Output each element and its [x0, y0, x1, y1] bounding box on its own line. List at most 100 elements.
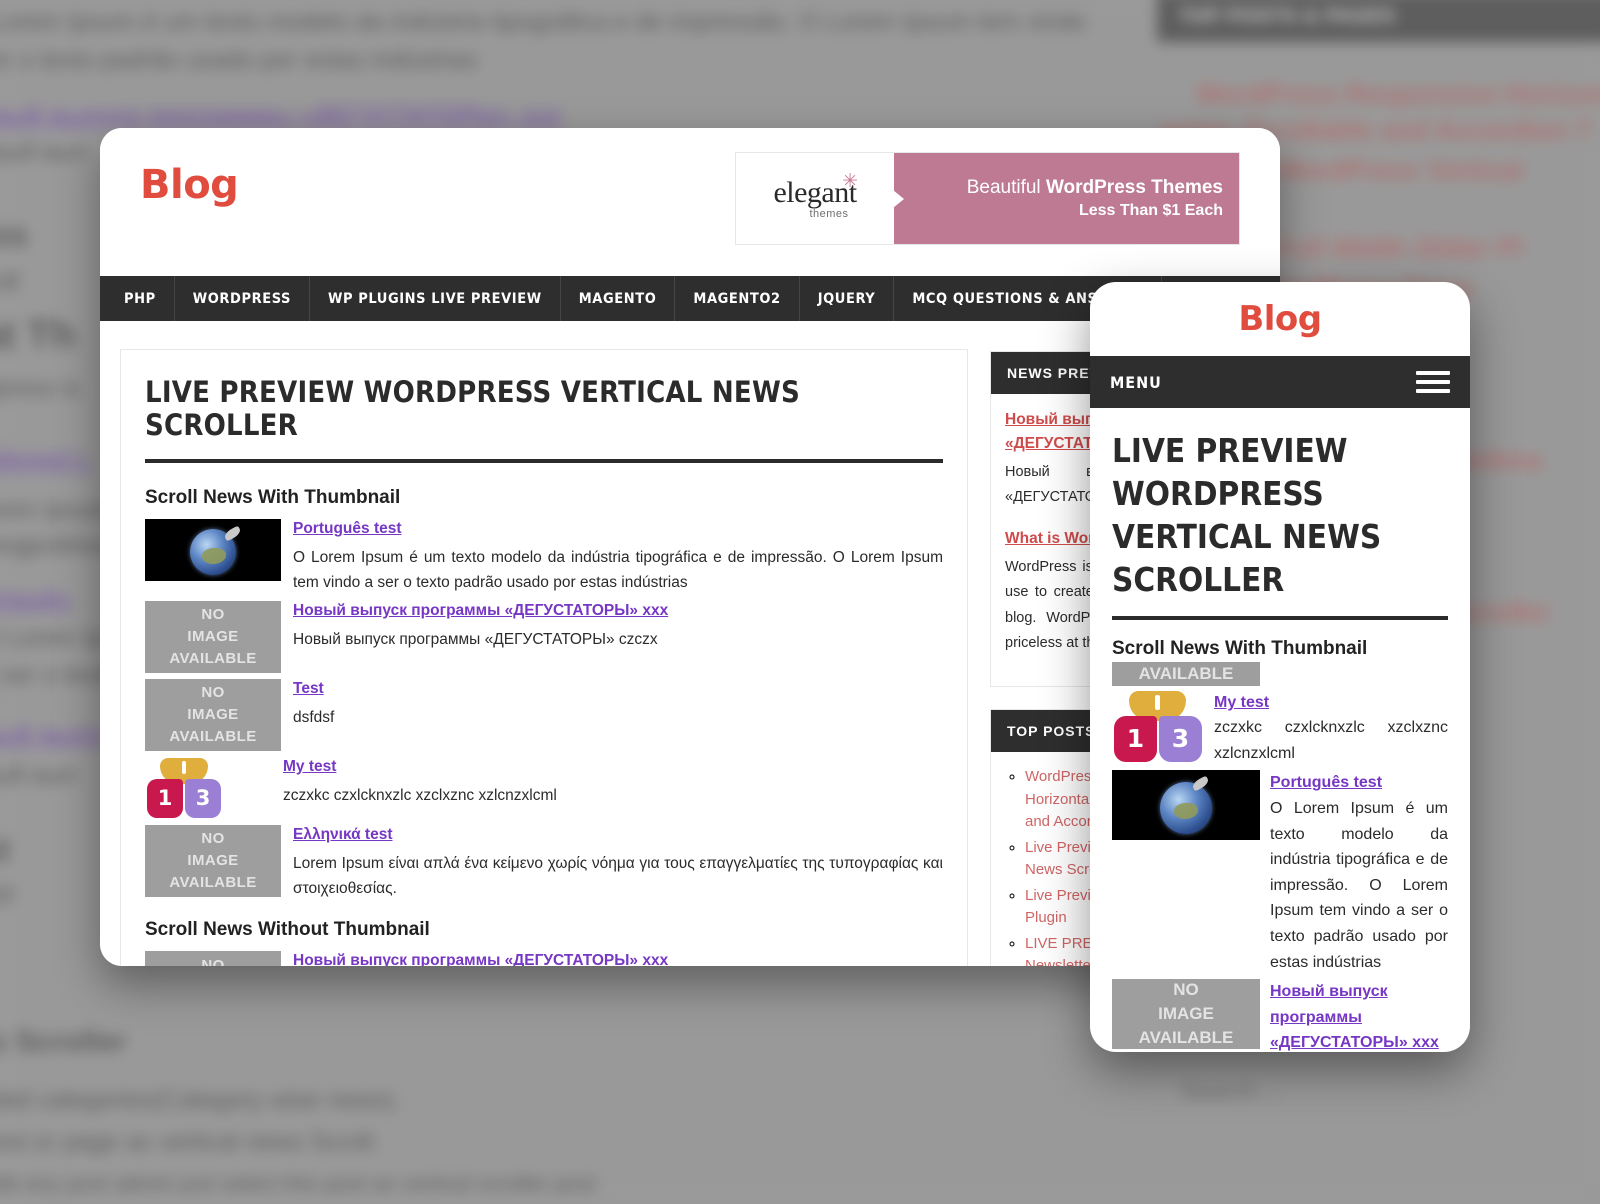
bg-paragraph-line-2: er o texto padrão usado por estas indúst…	[0, 46, 478, 74]
news-link[interactable]: Ελληνικά test	[293, 826, 393, 844]
nav-item-magento2[interactable]: MAGENTO2	[675, 276, 800, 321]
bg-line-e: O Lorem Ip	[0, 624, 106, 652]
nav-item-jquery[interactable]: JQUERY	[800, 276, 895, 321]
news-link[interactable]: Português test	[1270, 770, 1382, 796]
ad-line-1-bold: WordPress Themes	[1045, 177, 1223, 198]
bg-link-c: oríguês	[0, 586, 71, 614]
logo-123-thumbnail-icon: 13	[1112, 690, 1204, 764]
news-item[interactable]: Português test O Lorem Ipsum é um texto …	[1112, 770, 1448, 975]
news-description: O Lorem Ipsum é um texto modelo da indús…	[1270, 799, 1448, 971]
bg-heading-b: at Th	[0, 313, 76, 357]
bg-heading-c: st	[0, 831, 11, 869]
news-item[interactable]: 13 My test zczxkc czxlcknxzlc xzclxznc x…	[1112, 690, 1448, 767]
bg-line-b: dpress is	[0, 374, 81, 402]
no-image-line-2: IMAGE	[187, 706, 239, 724]
logo-123-thumbnail-icon: 13	[145, 756, 223, 819]
mobile-page-title: LIVE PREVIEW WORDPRESS VERTICAL NEWS SCR…	[1112, 431, 1382, 599]
title-divider	[145, 458, 943, 463]
no-image-line-3: AVAILABLE	[169, 727, 257, 745]
bg-top-post-8: Scroller	[1450, 597, 1551, 627]
news-item[interactable]: NO IMAGE AVAILABLE Новый выпуск программ…	[1112, 979, 1448, 1052]
bg-footer-heading: s Scroller	[0, 1025, 127, 1058]
news-description: O Lorem Ipsum é um texto modelo da indús…	[293, 548, 943, 591]
nav-item-wordpress[interactable]: WORDPRESS	[175, 276, 311, 321]
hamburger-icon[interactable]	[1416, 366, 1450, 398]
bg-footer-line-2: y post or page as vertical news Scroll.	[0, 1128, 380, 1156]
bg-paragraph-line-1: Lorem Ipsum é um texto modelo da indústr…	[0, 8, 1087, 36]
news-item[interactable]: IMAGE AVAILABLE dsfdsf	[1112, 661, 1448, 686]
no-image-line-2: IMAGE	[187, 628, 239, 646]
nav-item-magento[interactable]: MAGENTO	[561, 276, 676, 321]
news-item[interactable]: NO IMAGE AVAILABLE Ελληνικά test Lorem I…	[145, 824, 943, 901]
news-description: dsfdsf	[293, 708, 335, 726]
mobile-news-scroller[interactable]: IMAGE AVAILABLE dsfdsf 13 My test zczxkc…	[1112, 661, 1448, 1052]
news-description: dsfdsf	[1270, 662, 1448, 664]
bg-link-b: ddened L	[0, 446, 92, 474]
ad-logo-subtitle: themes	[809, 207, 849, 220]
news-item[interactable]: NO IMAGE AVAILABLE Test dsfdsf	[145, 678, 943, 751]
news-link[interactable]: My test	[283, 758, 336, 776]
mobile-site-logo[interactable]: Blog	[1238, 299, 1322, 339]
news-link[interactable]: Português test	[293, 520, 402, 538]
no-image-placeholder-icon: NO IMAGE AVAILABLE	[145, 951, 281, 966]
mobile-site-header: Blog	[1090, 282, 1470, 356]
mobile-menu-label[interactable]: MENU	[1110, 373, 1162, 392]
arrow-right-icon	[893, 189, 904, 208]
news-item[interactable]: Português test O Lorem Ipsum é um texto …	[145, 518, 943, 595]
no-image-placeholder-icon: IMAGE AVAILABLE	[1112, 661, 1260, 686]
no-image-line-3: AVAILABLE	[1138, 1028, 1234, 1047]
news-item[interactable]: 13 My test zczxkc czxlcknxzlc xzclxznc x…	[145, 756, 943, 819]
nav-item-wp-plugins-live-preview[interactable]: WP PLUGINS LIVE PREVIEW	[310, 276, 561, 321]
bg-line-h: dsf	[0, 881, 14, 909]
section-heading-without-thumbnail: Scroll News Without Thumbnail	[145, 919, 430, 941]
mobile-title-divider	[1112, 615, 1448, 620]
no-image-placeholder-icon: NO IMAGE AVAILABLE	[1112, 979, 1260, 1050]
no-image-line-1: NO	[201, 830, 225, 848]
ad-line-2: Less Than $1 Each	[1078, 202, 1223, 219]
no-image-line-1: NO	[201, 956, 225, 967]
nav-item-php[interactable]: PHP	[100, 276, 175, 321]
bg-line-d: mogpublous	[0, 531, 117, 559]
mobile-section-heading: Scroll News With Thumbnail	[1112, 637, 1368, 659]
asterisk-icon: ✳	[842, 171, 858, 192]
section-heading-with-thumbnail: Scroll News With Thumbnail	[145, 486, 401, 508]
bg-line-g: вый вып	[0, 761, 77, 789]
bg-news-desc-ru: вый вып	[0, 138, 87, 166]
no-image-placeholder-icon: NO IMAGE AVAILABLE	[145, 824, 281, 897]
elegant-themes-ad-banner[interactable]: elegant ✳ themes Beautiful WordPress The…	[735, 152, 1240, 245]
news-link[interactable]: Новый выпуск программы «ДЕГУСТАТОРЫ» xxx	[293, 602, 668, 620]
bg-footer-line-1: mited categories(Category wise news).	[0, 1086, 401, 1114]
no-image-line-3: AVAILABLE	[169, 873, 257, 891]
bg-search-input: Search ...	[1180, 1078, 1560, 1137]
mobile-content: LIVE PREVIEW WORDPRESS VERTICAL NEWS SCR…	[1090, 408, 1470, 1052]
no-image-line-2: IMAGE	[187, 852, 239, 870]
bg-top-posts-widget-title: TOP POSTS & PAGES	[1157, 0, 1600, 42]
news-description: Новый выпуск программы «ДЕГУСТАТОРЫ» czc…	[293, 630, 658, 648]
no-image-line-3: AVAILABLE	[1138, 663, 1234, 683]
mobile-preview-window[interactable]: Blog MENU LIVE PREVIEW WORDPRESS VERTICA…	[1090, 282, 1470, 1052]
news-link[interactable]: Новый выпуск программы «ДЕГУСТАТОРЫ» xxx	[293, 952, 668, 966]
bg-footer-line-3: st edit any post admin just select this …	[0, 1171, 596, 1196]
no-image-line-2: IMAGE	[1158, 1004, 1214, 1024]
news-link[interactable]: My test	[1214, 690, 1269, 716]
page-title: LIVE PREVIEW WORDPRESS VERTICAL NEWS SCR…	[145, 375, 800, 443]
no-image-line-1: NO	[1173, 980, 1199, 1000]
no-image-placeholder-icon: NO IMAGE AVAILABLE	[145, 600, 281, 673]
news-link[interactable]: Новый выпуск программы «ДЕГУСТАТОРЫ» xxx	[1270, 979, 1448, 1052]
bg-line-c: orem ipsum	[0, 496, 111, 524]
bg-line-a: rdf	[0, 268, 20, 296]
news-link[interactable]: Test	[293, 680, 324, 698]
news-item[interactable]: NO IMAGE AVAILABLE Новый выпуск программ…	[145, 951, 943, 966]
mobile-navigation-bar[interactable]: MENU	[1090, 356, 1470, 408]
no-image-placeholder-icon: NO IMAGE AVAILABLE	[145, 678, 281, 751]
ad-line-1: Beautiful WordPress Themes	[967, 177, 1223, 199]
ad-logo: elegant ✳ themes	[736, 153, 894, 244]
news-description: Lorem Ipsum είναι απλά ένα κείμενο χωρίς…	[293, 854, 943, 898]
site-logo[interactable]: Blog	[140, 152, 239, 208]
bg-link-d: вый выпу	[0, 721, 105, 749]
news-item[interactable]: NO IMAGE AVAILABLE Новый выпуск программ…	[145, 600, 943, 673]
site-header: Blog elegant ✳ themes Beautiful WordPres…	[100, 128, 1280, 276]
apple-earth-thumbnail-icon	[1112, 770, 1260, 841]
news-description: zczxkc czxlcknxzlc xzclxznc xzlcnzxlcml	[1214, 719, 1448, 762]
ad-copy: Beautiful WordPress Themes Less Than $1 …	[893, 153, 1239, 244]
